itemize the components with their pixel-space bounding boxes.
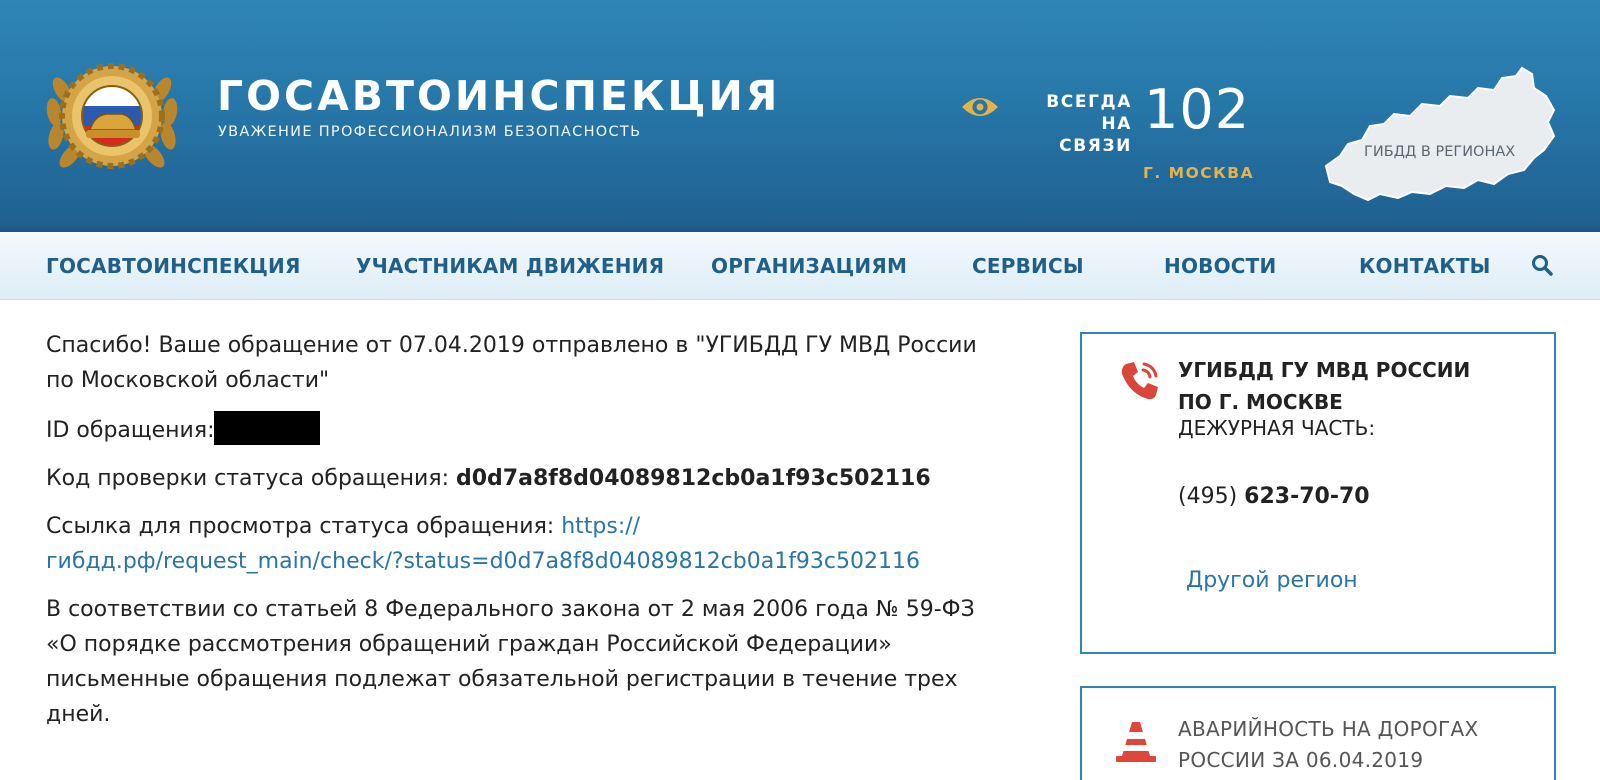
city-label[interactable]: Г. МОСКВА [1143, 164, 1253, 182]
site-slogan: УВАЖЕНИЕ ПРОФЕССИОНАЛИЗМ БЕЗОПАСНОСТЬ [218, 124, 642, 140]
request-id-row: ID обращения: [46, 411, 986, 448]
hotline-number: 102 [1144, 78, 1251, 141]
status-link-label: Ссылка для просмотра статуса обращения: [46, 514, 562, 539]
main-navigation: ГОСАВТОИНСПЕКЦИЯ УЧАСТНИКАМ ДВИЖЕНИЯ ОРГ… [0, 232, 1600, 300]
russia-map-icon[interactable] [1318, 66, 1558, 206]
phone-digits: 623-70-70 [1244, 484, 1370, 509]
hotline-label: ВСЕГДА НА СВЯЗИ [1025, 91, 1132, 157]
phone-icon [1121, 362, 1158, 400]
site-title[interactable]: ГОСАВТОИНСПЕКЦИЯ [217, 72, 780, 120]
accident-stats-card[interactable]: АВАРИЙНОСТЬ НА ДОРОГАХ РОССИИ ЗА 06.04.2… [1080, 686, 1556, 780]
eye-icon[interactable] [960, 92, 1000, 122]
nav-item-organizations[interactable]: ОРГАНИЗАЦИЯМ [711, 254, 907, 278]
other-region-link[interactable]: Другой регион [1186, 568, 1358, 593]
status-code-value: d0d7a8f8d04089812cb0a1f93c502116 [456, 466, 931, 491]
request-id-label: ID обращения: [46, 418, 215, 443]
phone-area-code: (495) [1178, 484, 1245, 509]
hotline-label-line2: НА СВЯЗИ [1059, 114, 1132, 156]
status-code-label: Код проверки статуса обращения: [46, 466, 456, 491]
nav-item-services[interactable]: СЕРВИСЫ [972, 254, 1084, 278]
hotline-label-line1: ВСЕГДА [1046, 92, 1132, 112]
nav-item-participants[interactable]: УЧАСТНИКАМ ДВИЖЕНИЯ [356, 254, 664, 278]
site-header: ГОСАВТОИНСПЕКЦИЯ УВАЖЕНИЕ ПРОФЕССИОНАЛИЗ… [0, 0, 1600, 232]
traffic-cone-icon [1116, 722, 1156, 762]
status-link-row: Ссылка для просмотра статуса обращения: … [46, 509, 986, 579]
accident-stats-title: АВАРИЙНОСТЬ НА ДОРОГАХ РОССИИ ЗА 06.04.2… [1178, 717, 1479, 772]
status-code-row: Код проверки статуса обращения: d0d7a8f8… [46, 461, 986, 496]
nav-item-contacts[interactable]: КОНТАКТЫ [1359, 254, 1491, 278]
phone-number[interactable]: (495) 623-70-70 [1178, 484, 1370, 509]
law-notice: В соответствии со статьей 8 Федерального… [46, 597, 975, 727]
redacted-request-id [214, 411, 321, 445]
search-icon[interactable] [1530, 253, 1554, 277]
contact-card: УГИБДД ГУ МВД РОССИИ ПО Г. МОСКВЕ ДЕЖУРН… [1080, 332, 1556, 654]
regions-label[interactable]: ГИБДД В РЕГИОНАХ [1364, 144, 1515, 160]
gibdd-emblem-icon[interactable] [42, 50, 182, 182]
thanks-message: Спасибо! Ваше обращение от 07.04.2019 от… [46, 333, 977, 393]
request-confirmation: Спасибо! Ваше обращение от 07.04.2019 от… [46, 328, 986, 745]
nav-item-news[interactable]: НОВОСТИ [1164, 254, 1276, 278]
org-name: УГИБДД ГУ МВД РОССИИ ПО Г. МОСКВЕ [1178, 358, 1471, 414]
duty-label: ДЕЖУРНАЯ ЧАСТЬ: [1178, 416, 1376, 440]
nav-item-gosavtoinspekciya[interactable]: ГОСАВТОИНСПЕКЦИЯ [46, 254, 301, 278]
